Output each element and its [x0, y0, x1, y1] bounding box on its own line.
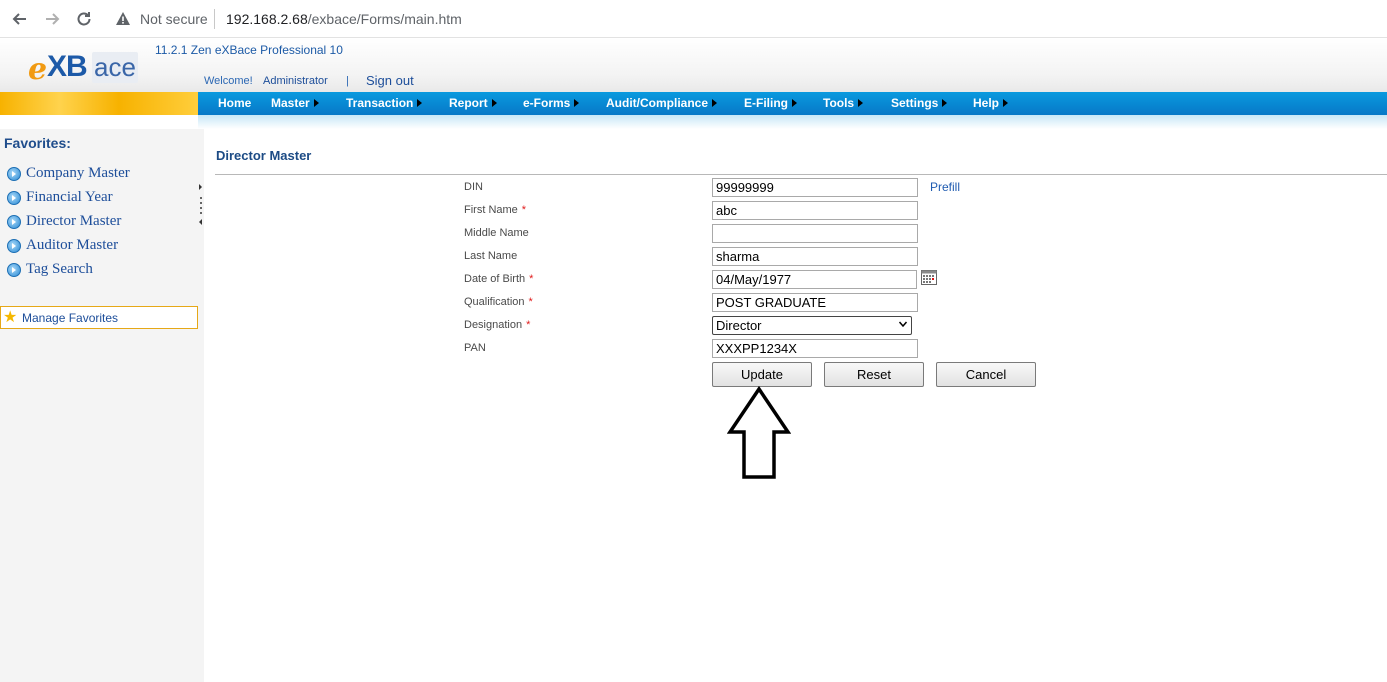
menu-master[interactable]: Master — [271, 96, 319, 110]
url-path: /exbace/Forms/main.htm — [307, 11, 462, 27]
version-label: 11.2.1 Zen eXBace Professional 10 — [155, 43, 343, 57]
middle-name-label: Middle Name — [464, 227, 529, 239]
star-icon: ★ — [3, 309, 18, 326]
address-separator — [214, 9, 215, 29]
menu-report[interactable]: Report — [449, 96, 497, 110]
menu-shadow — [198, 115, 1387, 129]
bullet-arrow-icon — [7, 239, 21, 253]
pan-label: PAN — [464, 342, 486, 354]
submenu-arrow-icon — [1003, 99, 1009, 107]
menu-audit-compliance[interactable]: Audit/Compliance — [606, 96, 718, 110]
pan-field[interactable]: XXXPP1234X — [712, 339, 918, 358]
bullet-arrow-icon — [7, 191, 21, 205]
cancel-button[interactable]: Cancel — [936, 362, 1036, 387]
submenu-arrow-icon — [491, 99, 497, 107]
bullet-arrow-icon — [7, 167, 21, 181]
forward-arrow-icon[interactable] — [42, 9, 62, 29]
menu-settings[interactable]: Settings — [891, 96, 948, 110]
bullet-arrow-icon — [7, 263, 21, 277]
url-host: 192.168.2.68 — [226, 11, 308, 27]
warning-icon[interactable] — [115, 11, 131, 27]
submenu-arrow-icon — [313, 99, 319, 107]
menu-help[interactable]: Help — [973, 96, 1009, 110]
required-marker: * — [521, 204, 527, 216]
user-name: Administrator — [263, 75, 328, 87]
back-arrow-icon[interactable] — [10, 9, 30, 29]
menu-e-forms[interactable]: e-Forms — [523, 96, 580, 110]
middle-name-field[interactable] — [712, 224, 918, 243]
dob-field[interactable]: 04/May/1977 — [712, 270, 917, 289]
manage-favorites-button[interactable]: ★ Manage Favorites — [0, 306, 198, 329]
submenu-arrow-icon — [417, 99, 423, 107]
reload-icon[interactable] — [74, 9, 94, 29]
qualification-field[interactable]: POST GRADUATE — [712, 293, 918, 312]
required-marker: * — [528, 296, 533, 308]
calendar-icon[interactable] — [921, 270, 937, 285]
submenu-arrow-icon — [574, 99, 580, 107]
first-name-label: First Name * — [464, 204, 527, 216]
required-marker: * — [526, 319, 531, 331]
browser-toolbar: Not secure 192.168.2.68/exbace/Forms/mai… — [0, 0, 1387, 38]
menu-transaction[interactable]: Transaction — [346, 96, 423, 110]
title-divider — [215, 174, 1387, 175]
din-label: DIN — [464, 181, 483, 193]
favorites-sidebar — [0, 129, 204, 682]
submenu-arrow-icon — [858, 99, 864, 107]
submenu-arrow-icon — [712, 99, 718, 107]
submenu-arrow-icon — [942, 99, 948, 107]
submenu-arrow-icon — [792, 99, 797, 107]
not-secure-label[interactable]: Not secure — [140, 11, 208, 27]
expand-arrow-icon[interactable] — [199, 184, 202, 190]
bullet-arrow-icon — [7, 215, 21, 229]
last-name-label: Last Name — [464, 250, 518, 262]
up-arrow-annotation-icon — [727, 386, 791, 479]
qualification-label: Qualification * — [464, 296, 533, 308]
reset-button[interactable]: Reset — [824, 362, 924, 387]
welcome-label: Welcome! — [204, 75, 253, 87]
menu-left-band — [0, 92, 198, 115]
collapse-arrow-icon[interactable] — [199, 219, 202, 225]
sign-out-link[interactable]: Sign out — [366, 73, 414, 88]
prefill-link[interactable]: Prefill — [930, 180, 960, 194]
favorites-title: Favorites: — [4, 135, 71, 151]
last-name-field[interactable]: sharma — [712, 247, 918, 266]
dob-label: Date of Birth * — [464, 273, 534, 285]
menu-e-filing[interactable]: E-Filing — [744, 96, 797, 110]
header-separator: | — [346, 75, 349, 87]
designation-selected-value: Director — [716, 318, 762, 333]
din-field[interactable]: 99999999 — [712, 178, 918, 197]
menu-home[interactable]: Home — [218, 96, 251, 110]
chevron-down-icon — [899, 321, 907, 328]
exbace-logo: e XB ace — [28, 50, 138, 87]
required-marker: * — [529, 273, 534, 285]
first-name-field[interactable]: abc — [712, 201, 918, 220]
designation-select[interactable]: Director — [712, 316, 912, 335]
menu-tools[interactable]: Tools — [823, 96, 864, 110]
address-bar-url[interactable]: 192.168.2.68/exbace/Forms/main.htm — [226, 11, 462, 27]
update-button[interactable]: Update — [712, 362, 812, 387]
designation-label: Designation * — [464, 319, 531, 331]
page-title: Director Master — [216, 148, 312, 163]
